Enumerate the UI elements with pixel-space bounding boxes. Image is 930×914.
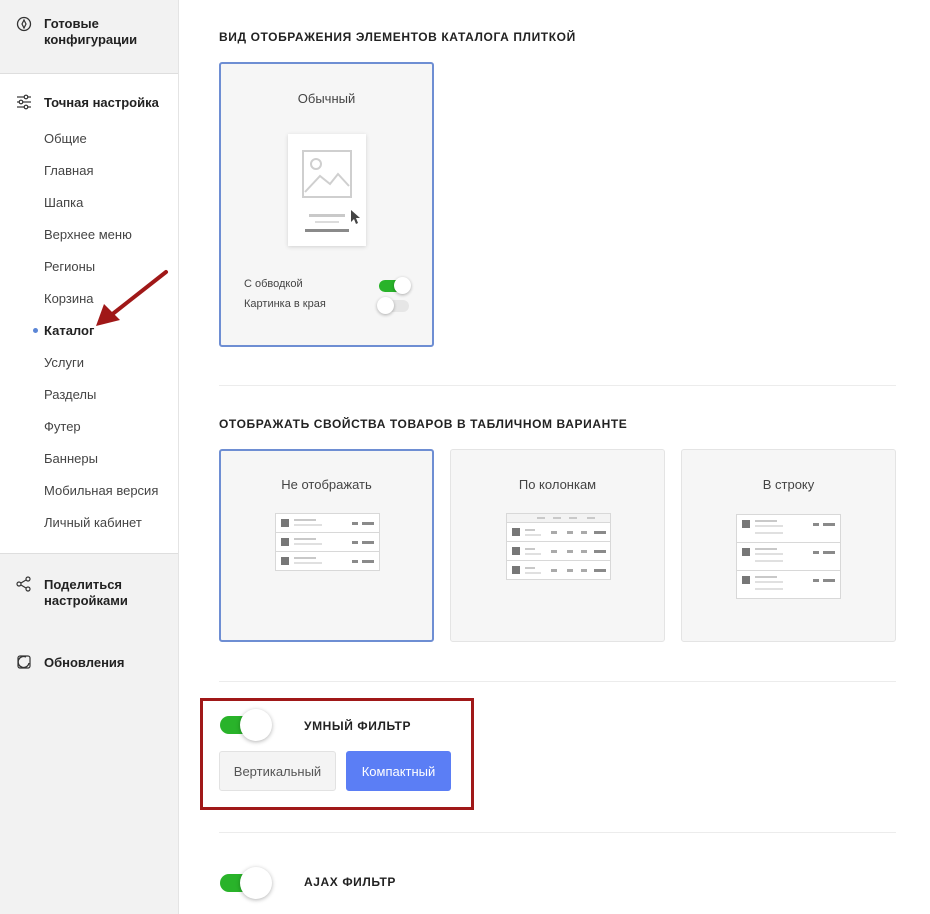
- sidebar-item-share[interactable]: Поделиться настройками: [44, 577, 164, 609]
- tile-preview: [288, 134, 366, 246]
- smart-filter-toggle[interactable]: [220, 709, 272, 741]
- divider: [219, 832, 896, 833]
- tile-card-label: Обычный: [297, 91, 356, 106]
- table-columns-preview: [506, 513, 611, 580]
- table-option-row[interactable]: В строку: [681, 449, 896, 642]
- sidebar-item-banners[interactable]: Баннеры: [44, 451, 98, 467]
- smart-filter-title: УМНЫЙ ФИЛЬТР: [304, 719, 412, 733]
- sidebar-item-general[interactable]: Общие: [44, 131, 87, 147]
- table-option-row-label: В строку: [762, 477, 815, 492]
- sidebar-item-ready-configs[interactable]: Готовые конфигурации: [0, 0, 178, 74]
- table-option-columns[interactable]: По колонкам: [450, 449, 665, 642]
- share-icon: [16, 576, 31, 592]
- annotation-arrow-icon: [96, 270, 168, 326]
- sidebar-item-header[interactable]: Шапка: [44, 195, 83, 211]
- sidebar-item-sections[interactable]: Разделы: [44, 387, 96, 403]
- border-toggle[interactable]: [379, 277, 411, 294]
- sidebar-item-mobile[interactable]: Мобильная версия: [44, 483, 158, 499]
- table-option-columns-label: По колонкам: [518, 477, 597, 492]
- sidebar-item-top-menu[interactable]: Верхнее меню: [44, 227, 132, 243]
- table-preview: [275, 513, 380, 571]
- edge-image-toggle[interactable]: [377, 297, 409, 314]
- active-indicator-dot: [33, 328, 38, 333]
- tile-card-normal[interactable]: Обычный С обводкой Картинка в края: [219, 62, 434, 347]
- vertical-filter-button[interactable]: Вертикальный: [219, 751, 336, 791]
- edge-image-option-label: Картинка в края: [244, 298, 326, 310]
- cursor-icon: [351, 210, 360, 224]
- table-row-preview: [736, 514, 841, 599]
- sidebar-item-account[interactable]: Личный кабинет: [44, 515, 142, 531]
- ajax-filter-toggle[interactable]: [220, 867, 272, 899]
- sliders-icon: [17, 94, 31, 110]
- table-section-title: ОТОБРАЖАТЬ СВОЙСТВА ТОВАРОВ В ТАБЛИЧНОМ …: [219, 417, 628, 431]
- sidebar-item-footer[interactable]: Футер: [44, 419, 81, 435]
- compass-icon: [16, 16, 32, 32]
- sidebar-item-services[interactable]: Услуги: [44, 355, 84, 371]
- sidebar-ready-configs-label: Готовые конфигурации: [44, 16, 138, 47]
- ajax-filter-title: AJAX ФИЛЬТР: [304, 875, 396, 889]
- sidebar-fine-tuning-label[interactable]: Точная настройка: [44, 95, 159, 111]
- divider: [219, 681, 896, 682]
- sidebar: Готовые конфигурации Точная настройка Об…: [0, 0, 179, 914]
- sidebar-item-regions[interactable]: Регионы: [44, 259, 95, 275]
- tile-section-title: ВИД ОТОБРАЖЕНИЯ ЭЛЕМЕНТОВ КАТАЛОГА ПЛИТК…: [219, 30, 576, 44]
- divider: [219, 385, 896, 386]
- sidebar-item-main[interactable]: Главная: [44, 163, 93, 179]
- table-option-none-label: Не отображать: [281, 477, 372, 492]
- border-option-label: С обводкой: [244, 278, 303, 290]
- table-option-none[interactable]: Не отображать: [219, 449, 434, 642]
- image-placeholder-icon: [302, 150, 352, 198]
- compact-filter-button[interactable]: Компактный: [346, 751, 451, 791]
- refresh-icon: [17, 655, 31, 669]
- sidebar-item-cart[interactable]: Корзина: [44, 291, 94, 307]
- sidebar-item-updates[interactable]: Обновления: [44, 655, 125, 671]
- sidebar-item-catalog[interactable]: Каталог: [44, 323, 94, 339]
